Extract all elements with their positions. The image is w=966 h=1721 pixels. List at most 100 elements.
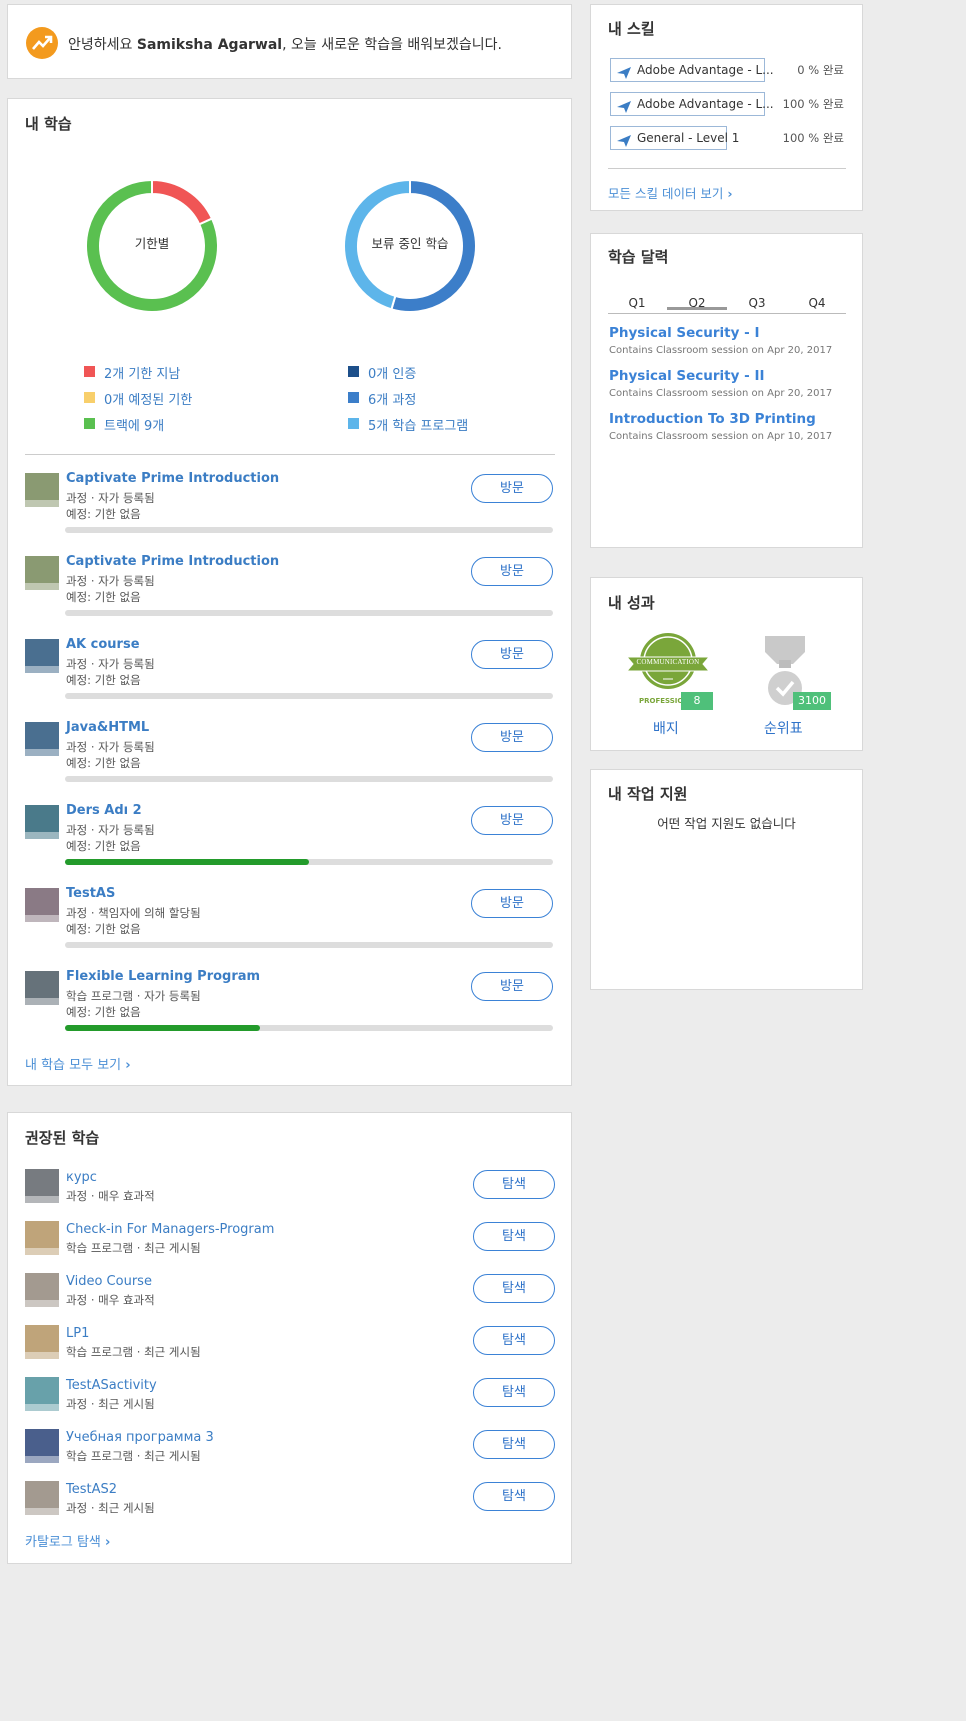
course-title[interactable]: TestAS — [66, 886, 115, 901]
badge-widget[interactable]: COMMUNICATION PROFESSIO 8 — [625, 631, 715, 711]
paper-plane-icon — [617, 98, 631, 120]
thumbnail-base — [25, 1196, 59, 1203]
course-thumbnail[interactable] — [25, 473, 59, 507]
visit-button[interactable]: 방문 — [471, 474, 553, 503]
tab-q3[interactable]: Q3 — [724, 296, 790, 310]
skill-chip[interactable]: Adobe Advantage - L... — [610, 92, 774, 116]
course-due: 예정: 기한 없음 — [66, 1005, 141, 1019]
catalog-link-label: 카탈로그 탐색 — [25, 1535, 101, 1550]
course-thumbnail[interactable] — [25, 1221, 59, 1255]
visit-button[interactable]: 방문 — [471, 972, 553, 1001]
greeting-suffix: , 오늘 새로운 학습을 배워보겠습니다. — [282, 37, 503, 53]
course-title[interactable]: AK course — [66, 637, 140, 652]
course-thumbnail[interactable] — [25, 1481, 59, 1515]
course-thumbnail[interactable] — [25, 1169, 59, 1203]
course-thumbnail[interactable] — [25, 1273, 59, 1307]
calendar-event-title[interactable]: Physical Security - II — [609, 368, 765, 384]
greeting-prefix: 안녕하세요 — [68, 37, 137, 53]
leaderboard-widget[interactable]: 3100 — [763, 636, 835, 712]
skill-chip[interactable]: Adobe Advantage - L... — [610, 58, 774, 82]
legend-label[interactable]: 트랙에 9개 — [104, 415, 164, 434]
explore-button[interactable]: 탐색 — [473, 1430, 555, 1459]
course-thumbnail[interactable] — [25, 722, 59, 756]
course-title[interactable]: LP1 — [66, 1326, 89, 1341]
course-title[interactable]: Captivate Prime Introduction — [66, 471, 279, 486]
course-title[interactable]: Java&HTML — [66, 720, 149, 735]
course-title[interactable]: TestAS2 — [66, 1482, 117, 1497]
badge-ribbon-text: COMMUNICATION — [636, 658, 700, 666]
course-thumbnail[interactable] — [25, 805, 59, 839]
course-meta: 학습 프로그램 · 최근 게시됨 — [66, 1449, 201, 1463]
visit-button[interactable]: 방문 — [471, 557, 553, 586]
visit-button[interactable]: 방문 — [471, 889, 553, 918]
legend-label[interactable]: 6개 과정 — [368, 389, 416, 408]
progress-bar — [65, 776, 553, 782]
course-title[interactable]: Captivate Prime Introduction — [66, 554, 279, 569]
progress-bar — [65, 527, 553, 533]
badge-label[interactable]: 배지 — [653, 718, 679, 738]
explore-button[interactable]: 탐색 — [473, 1170, 555, 1199]
course-type: 과정 · 자가 등록됨 — [66, 574, 155, 588]
course-title[interactable]: Check-in For Managers-Program — [66, 1222, 274, 1237]
explore-button[interactable]: 탐색 — [473, 1326, 555, 1355]
course-title[interactable]: курс — [66, 1170, 97, 1185]
course-thumbnail[interactable] — [25, 971, 59, 1005]
calendar-title: 학습 달력 — [608, 248, 669, 266]
course-title[interactable]: Video Course — [66, 1274, 152, 1289]
visit-button[interactable]: 방문 — [471, 806, 553, 835]
view-all-learning-label: 내 학습 모두 보기 — [25, 1058, 122, 1073]
tab-q1[interactable]: Q1 — [604, 296, 670, 310]
calendar-event-title[interactable]: Introduction To 3D Printing — [609, 411, 816, 427]
explore-button[interactable]: 탐색 — [473, 1222, 555, 1251]
badge-bottom-text: PROFESSIO — [639, 697, 684, 705]
explore-button[interactable]: 탐색 — [473, 1274, 555, 1303]
course-thumbnail[interactable] — [25, 556, 59, 590]
visit-button[interactable]: 방문 — [471, 640, 553, 669]
explore-button[interactable]: 탐색 — [473, 1378, 555, 1407]
leaderboard-label[interactable]: 순위표 — [764, 718, 803, 738]
view-all-learning-link[interactable]: 내 학습 모두 보기 › — [25, 1054, 131, 1073]
chevron-right-icon: › — [125, 1058, 131, 1073]
learning-item: Java&HTML 과정 · 자가 등록됨 예정: 기한 없음 방문 — [8, 720, 571, 800]
course-thumbnail[interactable] — [25, 1377, 59, 1411]
divider — [608, 168, 846, 169]
course-thumbnail[interactable] — [25, 1325, 59, 1359]
course-type: 과정 · 자가 등록됨 — [66, 823, 155, 837]
course-title[interactable]: TestASactivity — [66, 1378, 157, 1393]
course-thumbnail[interactable] — [25, 639, 59, 673]
donut-segment[interactable] — [151, 178, 214, 226]
progress-bar — [65, 610, 553, 616]
explore-button[interactable]: 탐색 — [473, 1482, 555, 1511]
calendar-event-title[interactable]: Physical Security - I — [609, 325, 759, 341]
legend-label[interactable]: 0개 예정된 기한 — [104, 389, 192, 408]
course-title[interactable]: Ders Adı 2 — [66, 803, 142, 818]
course-thumbnail[interactable] — [25, 1429, 59, 1463]
course-title[interactable]: Flexible Learning Program — [66, 969, 260, 984]
course-title[interactable]: Учебная программа 3 — [66, 1430, 214, 1445]
thumbnail-base — [25, 1300, 59, 1307]
learning-item: Ders Adı 2 과정 · 자가 등록됨 예정: 기한 없음 방문 — [8, 803, 571, 883]
thumbnail-base — [25, 1508, 59, 1515]
paper-plane-icon — [617, 132, 631, 154]
legend-label[interactable]: 2개 기한 지남 — [104, 363, 180, 382]
skills-title: 내 스킬 — [608, 20, 655, 38]
thumbnail-base — [25, 998, 59, 1005]
recommended-item: TestASactivity 과정 · 최근 게시됨 탐색 — [8, 1377, 571, 1425]
tab-q4[interactable]: Q4 — [784, 296, 850, 310]
deadline-donut-label: 기한별 — [134, 236, 170, 251]
job-aids-empty-text: 어떤 작업 지원도 없습니다 — [657, 816, 796, 831]
recommended-item: Check-in For Managers-Program 학습 프로그램 · 최… — [8, 1221, 571, 1269]
job-aids-card: 내 작업 지원 어떤 작업 지원도 없습니다 — [590, 769, 863, 990]
thumbnail-base — [25, 749, 59, 756]
greeting-text: 안녕하세요 Samiksha Agarwal, 오늘 새로운 학습을 배워보겠습… — [68, 34, 502, 54]
catalog-link[interactable]: 카탈로그 탐색 › — [25, 1531, 110, 1550]
course-thumbnail[interactable] — [25, 888, 59, 922]
visit-button[interactable]: 방문 — [471, 723, 553, 752]
thumbnail-base — [25, 915, 59, 922]
legend-label[interactable]: 0개 인증 — [368, 363, 416, 382]
skill-chip[interactable]: General - Level 1 — [610, 126, 739, 150]
legend-label[interactable]: 5개 학습 프로그램 — [368, 415, 468, 434]
achievements-card: 내 성과 COMMUNICATION PROFESSIO 8 배지 3100 순… — [590, 577, 863, 751]
view-all-skills-link[interactable]: 모든 스킬 데이터 보기 › — [608, 183, 733, 202]
calendar-event-subtitle: Contains Classroom session on Apr 10, 20… — [609, 431, 833, 442]
